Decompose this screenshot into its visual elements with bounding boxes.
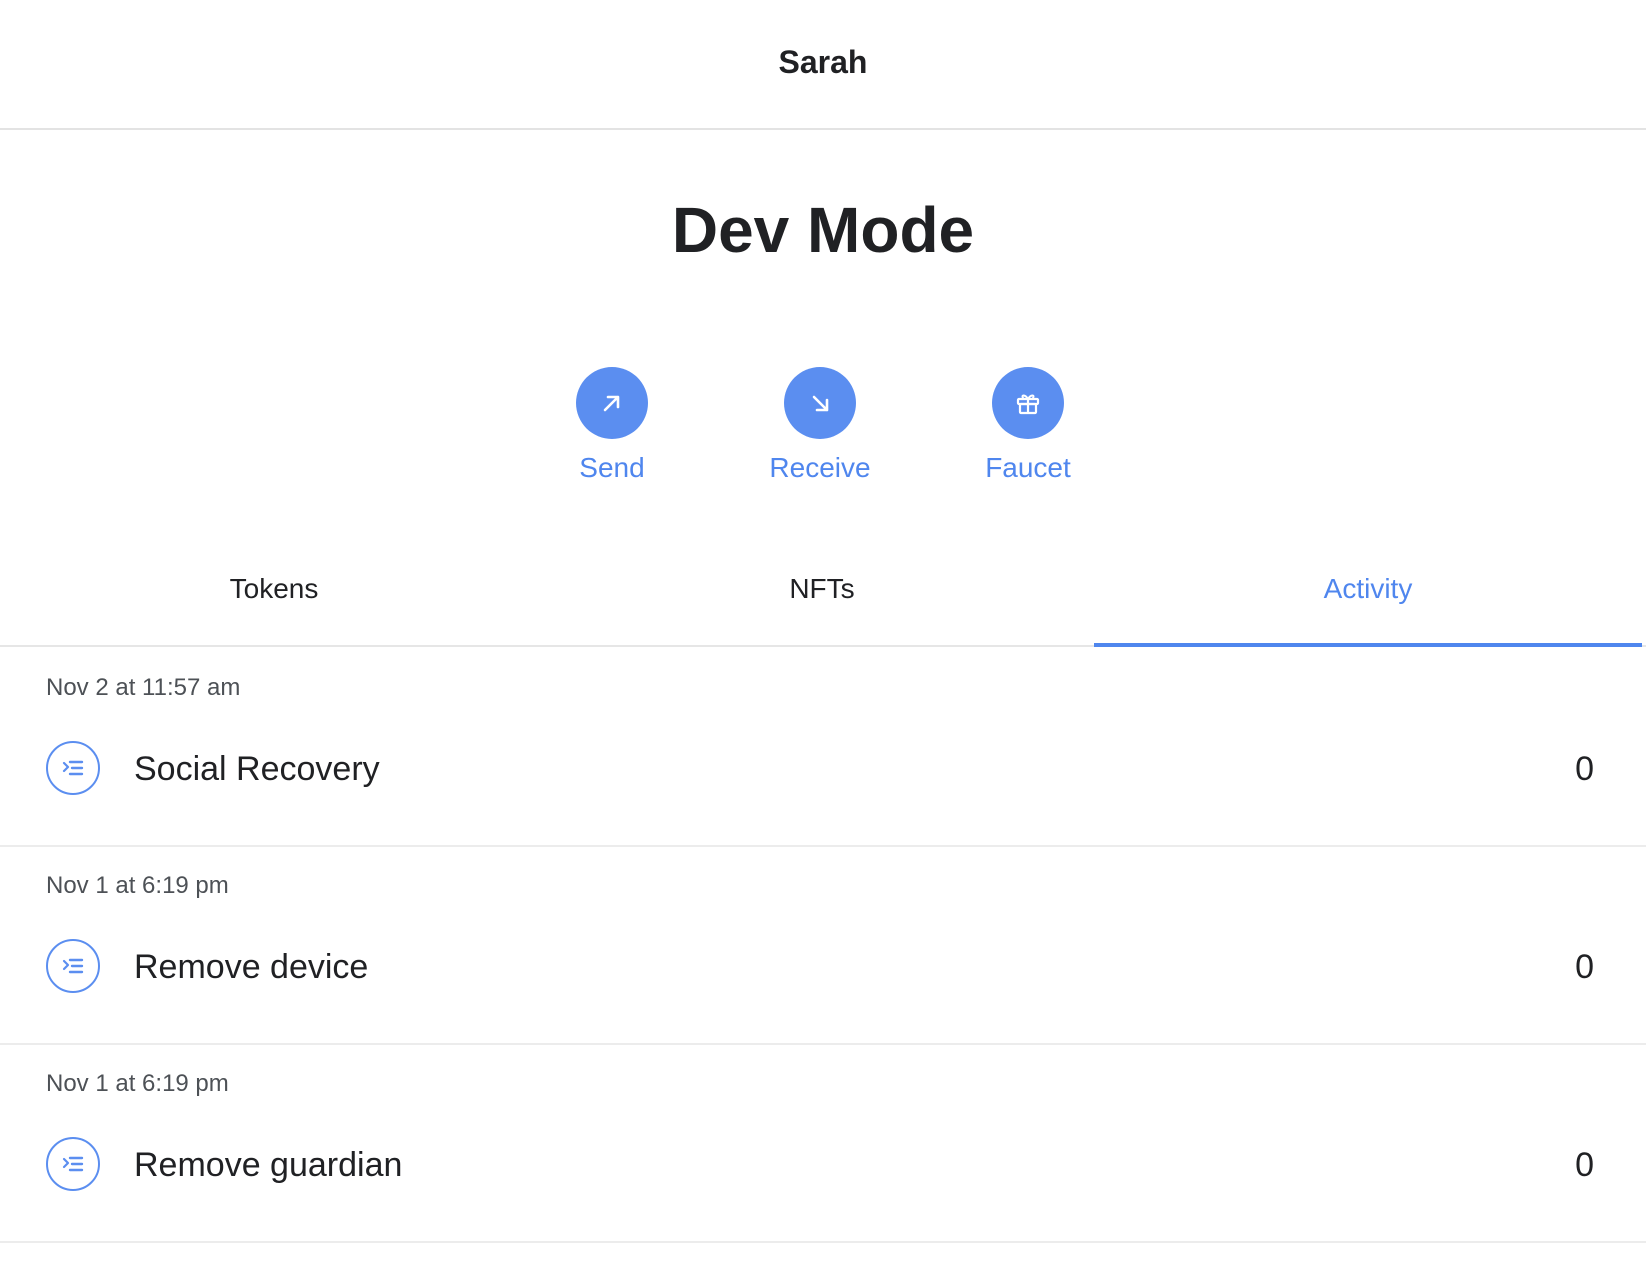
- tab-tokens[interactable]: Tokens: [0, 540, 548, 645]
- activity-title: Remove guardian: [134, 1146, 403, 1184]
- action-bar: Send Receive Faucet: [0, 367, 1646, 487]
- wallet-app: Sarah Dev Mode Send Receive Faucet Token…: [0, 0, 1646, 1274]
- tab-activity-label: Activity: [1323, 573, 1413, 604]
- activity-date: Nov 1 at 6:19 pm: [46, 1070, 229, 1097]
- activity-item[interactable]: Nov 1 at 6:19 pm Remove guardian 0: [0, 1045, 1646, 1243]
- send-button[interactable]: Send: [532, 367, 692, 485]
- gift-icon: [1016, 394, 1040, 415]
- send-circle: [576, 367, 648, 439]
- activity-title: Social Recovery: [134, 750, 380, 788]
- tab-activity[interactable]: Activity: [1094, 540, 1642, 647]
- activity-amount: 0: [1575, 1146, 1594, 1184]
- arrow-down-right-icon: [812, 395, 829, 412]
- activity-list: Nov 2 at 11:57 am Social Recovery 0 Nov …: [0, 649, 1646, 1243]
- faucet-circle: [992, 367, 1064, 439]
- activity-item[interactable]: Nov 2 at 11:57 am Social Recovery 0: [0, 649, 1646, 847]
- account-name[interactable]: Sarah: [0, 42, 1646, 82]
- send-label: Send: [579, 452, 645, 483]
- tab-nfts[interactable]: NFTs: [548, 540, 1096, 645]
- top-header: Sarah: [0, 0, 1646, 130]
- receive-label: Receive: [769, 452, 871, 483]
- activity-date: Nov 1 at 6:19 pm: [46, 872, 229, 899]
- activity-amount: 0: [1575, 948, 1594, 986]
- transaction-list-icon: [46, 939, 100, 993]
- activity-date: Nov 2 at 11:57 am: [46, 674, 241, 701]
- tab-nfts-label: NFTs: [789, 573, 855, 604]
- tab-bar: Tokens NFTs Activity: [0, 540, 1646, 647]
- wallet-name: Dev Mode: [671, 194, 975, 266]
- receive-circle: [784, 367, 856, 439]
- tab-tokens-label: Tokens: [229, 573, 319, 604]
- activity-title: Remove device: [134, 948, 369, 986]
- transaction-list-icon: [46, 1137, 100, 1191]
- faucet-label: Faucet: [985, 452, 1071, 483]
- transaction-list-icon: [46, 741, 100, 795]
- activity-item[interactable]: Nov 1 at 6:19 pm Remove device 0: [0, 847, 1646, 1045]
- active-tab-indicator: [1094, 643, 1642, 647]
- receive-button[interactable]: Receive: [740, 367, 900, 485]
- arrow-up-right-icon: [603, 395, 620, 412]
- faucet-button[interactable]: Faucet: [948, 367, 1108, 485]
- activity-amount: 0: [1575, 750, 1594, 788]
